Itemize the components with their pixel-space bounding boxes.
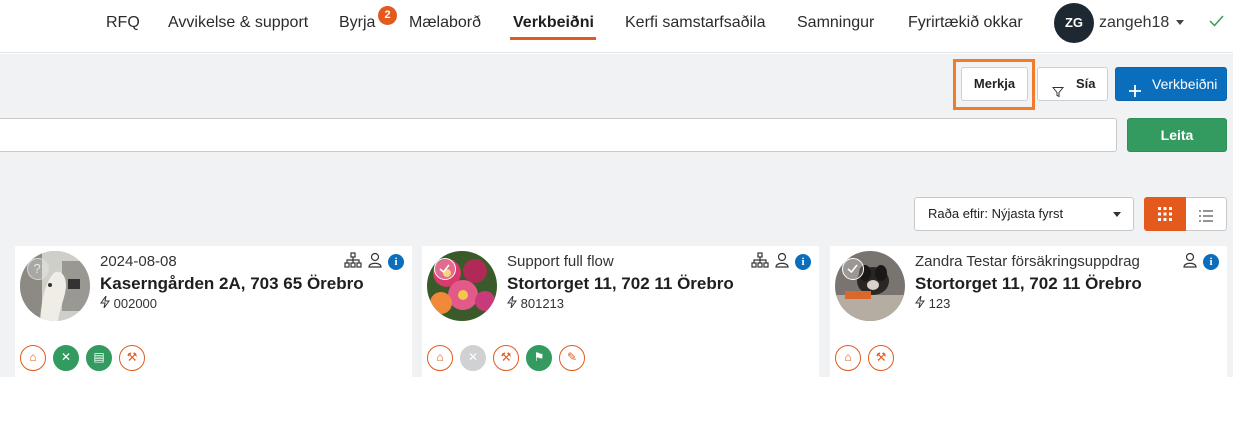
card-actions: i bbox=[751, 252, 811, 271]
active-tab-underline bbox=[510, 37, 596, 40]
property-photo bbox=[427, 251, 497, 321]
work-order-card[interactable]: Support full flow Stortorget 11, 702 11 … bbox=[422, 246, 819, 377]
filter-icon bbox=[1051, 78, 1065, 110]
info-icon[interactable]: i bbox=[795, 253, 811, 270]
top-navigation: RFQ Avvikelse & support Byrja 2 Mælaborð… bbox=[0, 0, 1233, 53]
nav-item-byrja[interactable]: Byrja bbox=[339, 14, 375, 32]
hammer-icon[interactable]: ⚒ bbox=[119, 345, 145, 371]
clipboard-icon[interactable]: ▤ bbox=[86, 345, 112, 371]
house-icon[interactable]: ⌂ bbox=[835, 345, 861, 371]
flag-icon[interactable]: ⚑ bbox=[526, 345, 552, 371]
search-button[interactable]: Leita bbox=[1127, 118, 1227, 152]
tools-icon[interactable]: ✕ bbox=[460, 345, 486, 371]
filter-button[interactable]: Sía bbox=[1037, 67, 1108, 101]
nav-item-company[interactable]: Fyrirtækið okkar bbox=[908, 14, 1023, 32]
notification-badge: 2 bbox=[378, 6, 397, 25]
nav-item-rfq[interactable]: RFQ bbox=[106, 14, 140, 32]
user-icon[interactable] bbox=[1183, 252, 1197, 271]
sort-select[interactable]: Raða eftir: Nýjasta fyrst bbox=[914, 197, 1134, 231]
merkja-button[interactable]: Merkja bbox=[961, 67, 1028, 101]
bolt-icon bbox=[915, 295, 925, 309]
hierarchy-icon[interactable] bbox=[344, 252, 362, 271]
service-icons: ⌂ ✕ ⚒ ⚑ ✎ bbox=[427, 345, 585, 371]
chevron-down-icon bbox=[1113, 212, 1121, 217]
bolt-icon bbox=[507, 295, 517, 309]
chevron-down-icon[interactable] bbox=[1176, 20, 1184, 25]
card-address[interactable]: Kaserngården 2A, 703 65 Örebro bbox=[100, 274, 364, 294]
status-done-icon bbox=[434, 258, 456, 280]
nav-item-dashboard[interactable]: Mælaborð bbox=[409, 14, 481, 32]
sort-select-value: Raða eftir: Nýjasta fyrst bbox=[928, 206, 1064, 221]
status-unknown-icon: ? bbox=[27, 258, 49, 280]
nav-item-partner-system[interactable]: Kerfi samstarfsaðila bbox=[625, 14, 766, 32]
info-icon[interactable]: i bbox=[388, 253, 404, 270]
status-done-icon bbox=[842, 258, 864, 280]
house-icon[interactable]: ⌂ bbox=[20, 345, 46, 371]
card-id-value: 801213 bbox=[520, 296, 565, 311]
card-address[interactable]: Stortorget 11, 702 11 Örebro bbox=[507, 274, 734, 294]
new-work-order-button[interactable]: Verkbeiðni bbox=[1115, 67, 1227, 101]
property-photo bbox=[835, 251, 905, 321]
check-icon bbox=[1207, 12, 1225, 35]
card-actions: i bbox=[1183, 252, 1219, 271]
new-work-order-label: Verkbeiðni bbox=[1152, 76, 1218, 92]
house-icon[interactable]: ⌂ bbox=[427, 345, 453, 371]
card-title: Zandra Testar försäkringsuppdrag bbox=[915, 253, 1140, 270]
service-icons: ⌂ ✕ ▤ ⚒ bbox=[20, 345, 145, 371]
user-icon[interactable] bbox=[775, 252, 789, 271]
bolt-icon bbox=[100, 295, 110, 309]
card-id-value: 123 bbox=[928, 296, 951, 311]
card-id: 123 bbox=[915, 295, 951, 311]
nav-item-verkbeidni[interactable]: Verkbeiðni bbox=[513, 14, 594, 32]
svg-text:?: ? bbox=[34, 261, 41, 276]
list-icon bbox=[1199, 209, 1213, 225]
property-photo: ? bbox=[20, 251, 90, 321]
hammer-icon[interactable]: ⚒ bbox=[493, 345, 519, 371]
username[interactable]: zangeh18 bbox=[1099, 14, 1169, 32]
hammer-icon[interactable]: ⚒ bbox=[868, 345, 894, 371]
card-title: Support full flow bbox=[507, 253, 614, 270]
tools-icon[interactable]: ✕ bbox=[53, 345, 79, 371]
grid-view-button[interactable] bbox=[1144, 197, 1186, 231]
card-address[interactable]: Stortorget 11, 702 11 Örebro bbox=[915, 274, 1142, 294]
hierarchy-icon[interactable] bbox=[751, 252, 769, 271]
card-id: 002000 bbox=[100, 295, 158, 311]
search-input[interactable] bbox=[0, 118, 1117, 152]
card-date: 2024-08-08 bbox=[100, 253, 177, 270]
card-actions: i bbox=[344, 252, 404, 271]
grid-icon bbox=[1158, 207, 1172, 224]
info-icon[interactable]: i bbox=[1203, 253, 1219, 270]
card-id: 801213 bbox=[507, 295, 565, 311]
plus-icon bbox=[1128, 77, 1142, 109]
avatar[interactable]: ZG bbox=[1054, 3, 1094, 43]
user-icon[interactable] bbox=[368, 252, 382, 271]
list-view-button[interactable] bbox=[1186, 197, 1227, 231]
work-order-card[interactable]: Zandra Testar försäkringsuppdrag Stortor… bbox=[830, 246, 1227, 377]
service-icons: ⌂ ⚒ bbox=[835, 345, 894, 371]
nav-item-samningur[interactable]: Samningur bbox=[797, 14, 874, 32]
brush-icon[interactable]: ✎ bbox=[559, 345, 585, 371]
nav-item-avvikelse-support[interactable]: Avvikelse & support bbox=[168, 14, 308, 32]
card-id-value: 002000 bbox=[113, 296, 158, 311]
work-order-card[interactable]: ? 2024-08-08 Kaserngården 2A, 703 65 Öre… bbox=[15, 246, 412, 377]
filter-button-label: Sía bbox=[1076, 76, 1096, 91]
